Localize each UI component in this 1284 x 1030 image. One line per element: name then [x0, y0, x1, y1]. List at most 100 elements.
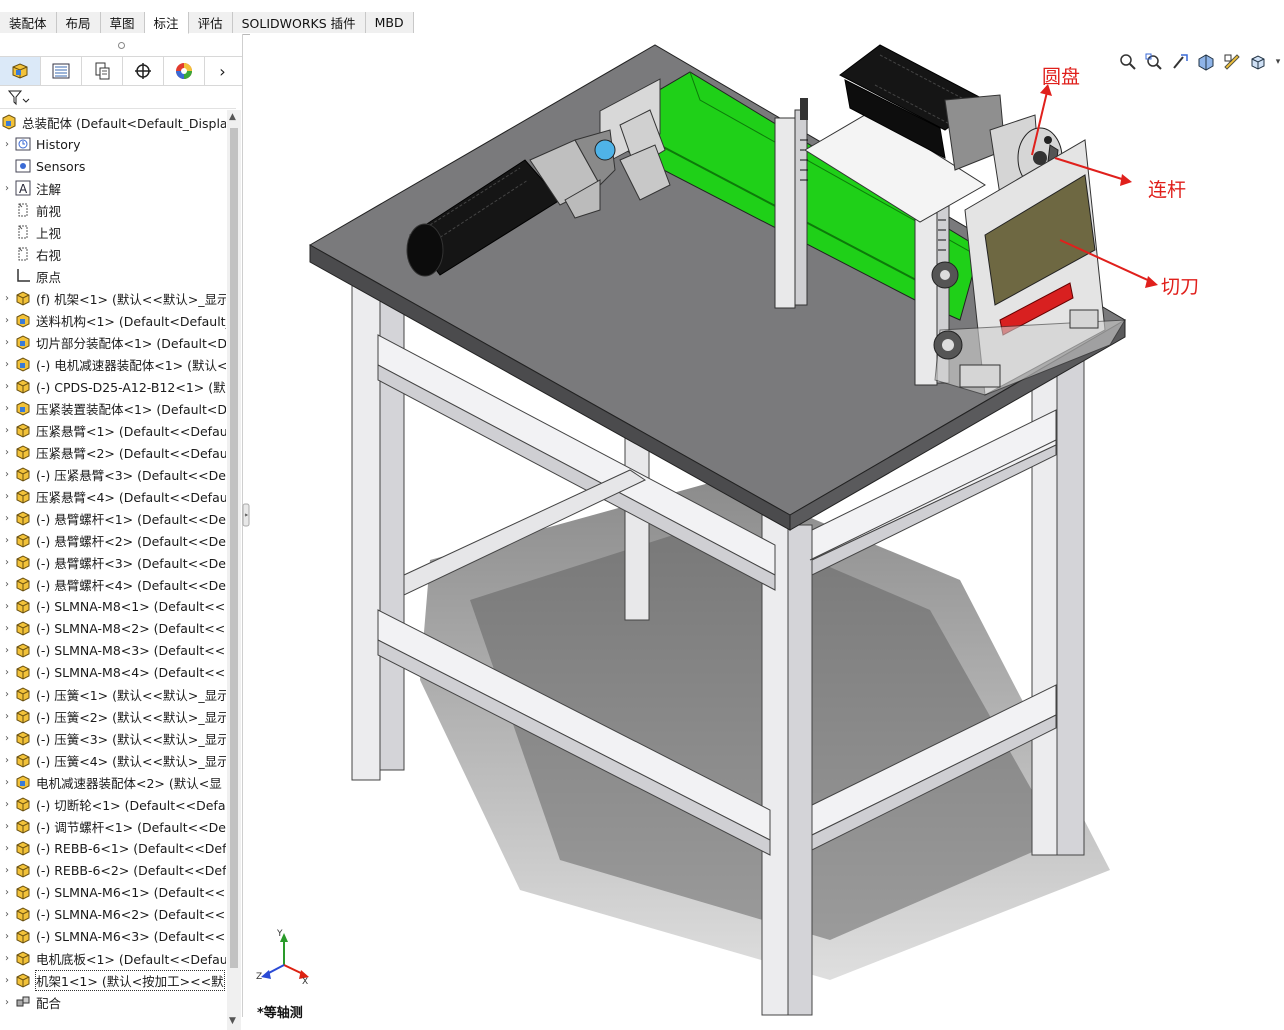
- tab-evaluate[interactable]: 评估: [188, 12, 233, 33]
- tree-item[interactable]: › 机架1<1> (默认<按加工><<默: [0, 969, 226, 991]
- expand-arrow-icon[interactable]: ›: [0, 975, 14, 986]
- expand-arrow-icon[interactable]: ›: [0, 293, 14, 304]
- expand-arrow-icon[interactable]: ›: [0, 337, 14, 348]
- tree-item[interactable]: › (-) SLMNA-M8<1> (Default<<: [0, 595, 226, 617]
- tree-item[interactable]: › (-) REBB-6<2> (Default<<Defa: [0, 859, 226, 881]
- tree-item[interactable]: › (-) 压簧<3> (默认<<默认>_显示: [0, 727, 226, 749]
- tree-item[interactable]: › (-) SLMNA-M6<2> (Default<<: [0, 903, 226, 925]
- tree-item[interactable]: › (-) SLMNA-M8<2> (Default<<: [0, 617, 226, 639]
- tree-item[interactable]: › (-) REBB-6<1> (Default<<Defa: [0, 837, 226, 859]
- tree-item[interactable]: 前视: [0, 199, 226, 221]
- tree-item[interactable]: 右视: [0, 243, 226, 265]
- expand-arrow-icon[interactable]: ›: [0, 381, 14, 392]
- scroll-down-icon[interactable]: ▼: [229, 1016, 236, 1026]
- expand-arrow-icon[interactable]: ›: [0, 579, 14, 590]
- tree-item[interactable]: › 压紧装置装配体<1> (Default<D: [0, 397, 226, 419]
- tree-item[interactable]: › (-) 调节螺杆<1> (Default<<De: [0, 815, 226, 837]
- tree-scrollbar[interactable]: ▲ ▼: [227, 110, 241, 1030]
- expand-arrow-icon[interactable]: ›: [0, 645, 14, 656]
- expand-arrow-icon[interactable]: ›: [0, 733, 14, 744]
- tree-item[interactable]: 上视: [0, 221, 226, 243]
- expand-arrow-icon[interactable]: ›: [0, 359, 14, 370]
- expand-arrow-icon[interactable]: ›: [0, 865, 14, 876]
- expand-arrow-icon[interactable]: ›: [0, 997, 14, 1008]
- expand-arrow-icon[interactable]: ›: [0, 183, 14, 194]
- expand-arrow-icon[interactable]: ›: [0, 513, 14, 524]
- tree-item[interactable]: › (-) 悬臂螺杆<1> (Default<<De: [0, 507, 226, 529]
- expand-arrow-icon[interactable]: ›: [0, 711, 14, 722]
- tree-item[interactable]: › (-) SLMNA-M6<3> (Default<<: [0, 925, 226, 947]
- expand-arrow-icon[interactable]: ›: [0, 557, 14, 568]
- tree-item[interactable]: › (-) SLMNA-M8<4> (Default<<: [0, 661, 226, 683]
- tree-item[interactable]: › 电机底板<1> (Default<<Defau: [0, 947, 226, 969]
- tree-item[interactable]: › History: [0, 133, 226, 155]
- tree-item[interactable]: › 压紧悬臂<4> (Default<<Defau: [0, 485, 226, 507]
- expand-arrow-icon[interactable]: ›: [0, 469, 14, 480]
- panel-grip-icon[interactable]: [118, 42, 125, 49]
- graphics-viewport[interactable]: ▾ ▾ ▾ ▾ ▾: [250, 34, 1284, 1017]
- tree-item[interactable]: › (-) 切断轮<1> (Default<<Defa: [0, 793, 226, 815]
- tree-item[interactable]: › (-) 悬臂螺杆<3> (Default<<De: [0, 551, 226, 573]
- tree-item[interactable]: › (-) CPDS-D25-A12-B12<1> (默: [0, 375, 226, 397]
- feature-manager-icon[interactable]: [0, 57, 41, 85]
- expand-arrow-icon[interactable]: ›: [0, 953, 14, 964]
- expand-arrow-icon[interactable]: ›: [0, 689, 14, 700]
- configuration-manager-icon[interactable]: [82, 57, 123, 85]
- tree-item[interactable]: › (-) SLMNA-M6<1> (Default<<: [0, 881, 226, 903]
- property-manager-icon[interactable]: [41, 57, 82, 85]
- expand-arrow-icon[interactable]: ›: [0, 535, 14, 546]
- tree-item[interactable]: › (-) 电机减速器装配体<1> (默认<: [0, 353, 226, 375]
- expand-arrow-icon[interactable]: ›: [0, 491, 14, 502]
- tree-item[interactable]: › (-) 压紧悬臂<3> (Default<<De: [0, 463, 226, 485]
- expand-arrow-icon[interactable]: ›: [0, 315, 14, 326]
- tree-filter[interactable]: [0, 86, 236, 109]
- expand-arrow-icon[interactable]: ›: [0, 755, 14, 766]
- expand-arrow-icon[interactable]: ›: [0, 843, 14, 854]
- tree-item[interactable]: › A 注解: [0, 177, 226, 199]
- dim-xpert-icon[interactable]: [123, 57, 164, 85]
- scrollbar-thumb[interactable]: [230, 128, 238, 968]
- tab-sketch[interactable]: 草图: [100, 12, 145, 33]
- expand-arrow-icon[interactable]: ›: [0, 777, 14, 788]
- expand-arrow-icon[interactable]: ›: [0, 667, 14, 678]
- expand-arrow-icon[interactable]: ›: [0, 909, 14, 920]
- cad-model-render[interactable]: Y X Z: [250, 34, 1284, 1017]
- tree-item[interactable]: › 电机减速器装配体<2> (默认<显: [0, 771, 226, 793]
- expand-arrow-icon[interactable]: ›: [0, 601, 14, 612]
- tree-item[interactable]: › (-) 压簧<1> (默认<<默认>_显示: [0, 683, 226, 705]
- tab-assembly[interactable]: 装配体: [0, 12, 57, 33]
- tree-item[interactable]: › 切片部分装配体<1> (Default<D: [0, 331, 226, 353]
- tree-item[interactable]: › (-) 悬臂螺杆<2> (Default<<De: [0, 529, 226, 551]
- tab-layout[interactable]: 布局: [56, 12, 101, 33]
- expand-arrow-icon[interactable]: ›: [0, 139, 14, 150]
- tree-item[interactable]: › (-) SLMNA-M8<3> (Default<<: [0, 639, 226, 661]
- panel-splitter[interactable]: [242, 500, 250, 530]
- filter-icon[interactable]: [8, 90, 30, 106]
- tree-item-label: (-) 压簧<1> (默认<<默认>_显示: [36, 687, 226, 703]
- chevron-right-icon[interactable]: ›: [205, 57, 240, 85]
- expand-arrow-icon[interactable]: ›: [0, 799, 14, 810]
- scroll-up-icon[interactable]: ▲: [229, 112, 236, 122]
- tree-item[interactable]: › 压紧悬臂<1> (Default<<Defau: [0, 419, 226, 441]
- tree-item[interactable]: › 配合: [0, 991, 226, 1011]
- tree-item[interactable]: › (-) 压簧<2> (默认<<默认>_显示: [0, 705, 226, 727]
- display-manager-icon[interactable]: [164, 57, 205, 85]
- tree-item[interactable]: › (-) 悬臂螺杆<4> (Default<<De: [0, 573, 226, 595]
- tree-item[interactable]: › (-) 压簧<4> (默认<<默认>_显示: [0, 749, 226, 771]
- expand-arrow-icon[interactable]: ›: [0, 623, 14, 634]
- expand-arrow-icon[interactable]: ›: [0, 403, 14, 414]
- tab-markup[interactable]: 标注: [144, 12, 189, 34]
- expand-arrow-icon[interactable]: ›: [0, 447, 14, 458]
- expand-arrow-icon[interactable]: ›: [0, 425, 14, 436]
- tab-solidworks-addins[interactable]: SOLIDWORKS 插件: [232, 12, 366, 33]
- expand-arrow-icon[interactable]: ›: [0, 887, 14, 898]
- tree-item[interactable]: 原点: [0, 265, 226, 287]
- tree-item[interactable]: Sensors: [0, 155, 226, 177]
- tree-root-assembly[interactable]: 总装配体 (Default<Default_Display: [0, 111, 226, 133]
- tree-item[interactable]: › 压紧悬臂<2> (Default<<Defau: [0, 441, 226, 463]
- expand-arrow-icon[interactable]: ›: [0, 931, 14, 942]
- tab-mbd[interactable]: MBD: [365, 12, 414, 33]
- expand-arrow-icon[interactable]: ›: [0, 821, 14, 832]
- tree-item[interactable]: › 送料机构<1> (Default<Default_: [0, 309, 226, 331]
- tree-item[interactable]: › (f) 机架<1> (默认<<默认>_显示: [0, 287, 226, 309]
